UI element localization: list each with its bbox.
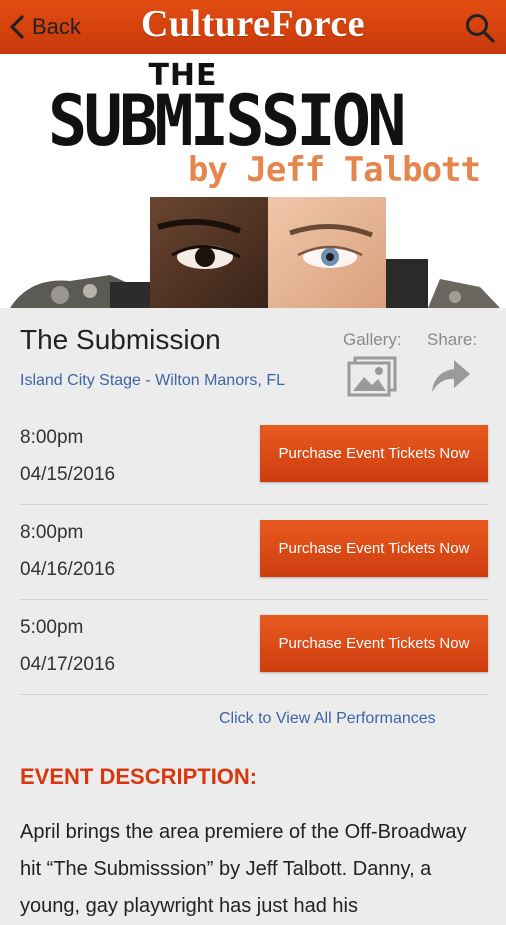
divider [20, 599, 488, 600]
purchase-tickets-button[interactable]: Purchase Event Tickets Now [260, 425, 488, 482]
gallery-label: Gallery: [343, 330, 402, 349]
event-poster: THE SUBMISSION by Jeff Talbott [0, 54, 506, 308]
performance-time: 8:00pm [20, 427, 84, 448]
share-arrow-icon[interactable] [430, 358, 472, 394]
brand-logo: CultureForce [0, 2, 506, 46]
event-title: The Submission [20, 324, 221, 355]
share-label: Share: [427, 330, 478, 349]
performance-date: 04/16/2016 [20, 559, 116, 580]
event-description-heading: EVENT DESCRIPTION: [20, 764, 258, 789]
divider [20, 504, 488, 505]
image-gallery-icon[interactable] [347, 355, 397, 399]
performance-time: 5:00pm [20, 617, 84, 638]
performance-time: 8:00pm [20, 522, 84, 543]
performance-date: 04/17/2016 [20, 654, 116, 675]
performance-date: 04/15/2016 [20, 464, 116, 485]
brand-logo-part1: Culture [140, 3, 271, 45]
purchase-tickets-button[interactable]: Purchase Event Tickets Now [260, 615, 488, 672]
purchase-tickets-button[interactable]: Purchase Event Tickets Now [260, 520, 488, 577]
event-description-text: April brings the area premiere of the Of… [20, 821, 467, 917]
divider [20, 694, 488, 695]
poster-faces-image [10, 197, 500, 308]
search-icon[interactable] [464, 12, 496, 44]
venue-link[interactable]: Island City Stage - Wilton Manors, FL [20, 372, 285, 390]
view-all-performances-link[interactable]: Click to View All Performances [219, 710, 436, 728]
poster-byline-text: by Jeff Talbott [187, 150, 481, 190]
brand-logo-part2: Force [270, 3, 366, 45]
app-header: Back CultureForce [0, 0, 506, 54]
